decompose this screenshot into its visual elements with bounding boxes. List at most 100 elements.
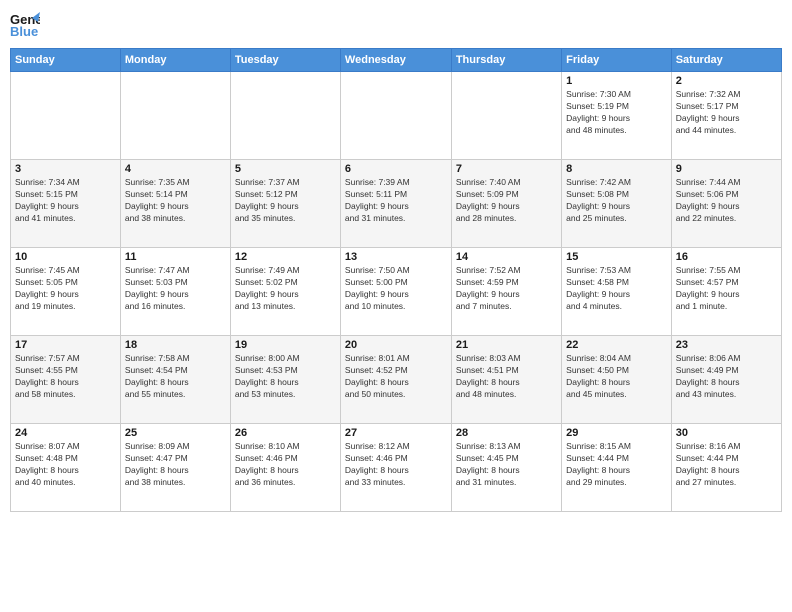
calendar-header: SundayMondayTuesdayWednesdayThursdayFrid…	[11, 49, 782, 72]
calendar-cell: 27 Sunrise: 8:12 AM Sunset: 4:46 PM Dayli…	[340, 424, 451, 512]
logo-icon: General Blue	[10, 10, 40, 40]
svg-text:Blue: Blue	[10, 24, 38, 39]
calendar-cell: 25 Sunrise: 8:09 AM Sunset: 4:47 PM Dayli…	[120, 424, 230, 512]
day-number: 16	[676, 251, 777, 263]
day-info: Sunrise: 8:07 AM Sunset: 4:48 PM Dayligh…	[15, 441, 116, 489]
header-day: Tuesday	[230, 49, 340, 72]
day-info: Sunrise: 7:37 AM Sunset: 5:12 PM Dayligh…	[235, 177, 336, 225]
header-day: Sunday	[11, 49, 121, 72]
calendar-cell: 7 Sunrise: 7:40 AM Sunset: 5:09 PM Daylig…	[451, 160, 561, 248]
calendar-cell: 14 Sunrise: 7:52 AM Sunset: 4:59 PM Dayli…	[451, 248, 561, 336]
day-info: Sunrise: 8:16 AM Sunset: 4:44 PM Dayligh…	[676, 441, 777, 489]
calendar-cell: 26Sunrise: 8:10 AM Sunset: 4:46 PM Dayli…	[230, 424, 340, 512]
calendar-week: 10 Sunrise: 7:45 AM Sunset: 5:05 PM Dayli…	[11, 248, 782, 336]
day-number: 22	[566, 339, 667, 351]
day-info: Sunrise: 8:00 AM Sunset: 4:53 PM Dayligh…	[235, 353, 336, 401]
day-number: 25	[125, 427, 226, 439]
day-number: 12	[235, 251, 336, 263]
day-info: Sunrise: 8:03 AM Sunset: 4:51 PM Dayligh…	[456, 353, 557, 401]
calendar-cell: 6 Sunrise: 7:39 AM Sunset: 5:11 PM Daylig…	[340, 160, 451, 248]
calendar-cell: 22Sunrise: 8:04 AM Sunset: 4:50 PM Dayli…	[562, 336, 672, 424]
day-number: 24	[15, 427, 116, 439]
day-number: 17	[15, 339, 116, 351]
day-number: 15	[566, 251, 667, 263]
calendar-cell: 21 Sunrise: 8:03 AM Sunset: 4:51 PM Dayli…	[451, 336, 561, 424]
calendar-cell	[340, 72, 451, 160]
logo: General Blue	[10, 10, 44, 40]
header-day: Wednesday	[340, 49, 451, 72]
day-info: Sunrise: 7:49 AM Sunset: 5:02 PM Dayligh…	[235, 265, 336, 313]
calendar-cell	[451, 72, 561, 160]
day-number: 7	[456, 163, 557, 175]
calendar-cell: 16 Sunrise: 7:55 AM Sunset: 4:57 PM Dayli…	[671, 248, 781, 336]
day-info: Sunrise: 8:09 AM Sunset: 4:47 PM Dayligh…	[125, 441, 226, 489]
calendar-cell: 4Sunrise: 7:35 AM Sunset: 5:14 PM Daylig…	[120, 160, 230, 248]
day-number: 8	[566, 163, 667, 175]
calendar-cell	[120, 72, 230, 160]
page: General Blue SundayMondayTuesdayWednesda…	[0, 0, 792, 612]
day-number: 9	[676, 163, 777, 175]
calendar-week: 17Sunrise: 7:57 AM Sunset: 4:55 PM Dayli…	[11, 336, 782, 424]
day-info: Sunrise: 7:50 AM Sunset: 5:00 PM Dayligh…	[345, 265, 447, 313]
calendar: SundayMondayTuesdayWednesdayThursdayFrid…	[10, 48, 782, 512]
calendar-body: 1Sunrise: 7:30 AM Sunset: 5:19 PM Daylig…	[11, 72, 782, 512]
calendar-cell: 28 Sunrise: 8:13 AM Sunset: 4:45 PM Dayli…	[451, 424, 561, 512]
header-day: Monday	[120, 49, 230, 72]
calendar-cell: 30Sunrise: 8:16 AM Sunset: 4:44 PM Dayli…	[671, 424, 781, 512]
day-number: 10	[15, 251, 116, 263]
day-number: 1	[566, 75, 667, 87]
day-info: Sunrise: 7:52 AM Sunset: 4:59 PM Dayligh…	[456, 265, 557, 313]
header-row: SundayMondayTuesdayWednesdayThursdayFrid…	[11, 49, 782, 72]
calendar-cell	[11, 72, 121, 160]
day-info: Sunrise: 8:06 AM Sunset: 4:49 PM Dayligh…	[676, 353, 777, 401]
calendar-cell: 12 Sunrise: 7:49 AM Sunset: 5:02 PM Dayli…	[230, 248, 340, 336]
day-number: 19	[235, 339, 336, 351]
day-info: Sunrise: 8:15 AM Sunset: 4:44 PM Dayligh…	[566, 441, 667, 489]
day-info: Sunrise: 7:55 AM Sunset: 4:57 PM Dayligh…	[676, 265, 777, 313]
day-number: 6	[345, 163, 447, 175]
day-number: 13	[345, 251, 447, 263]
day-info: Sunrise: 7:53 AM Sunset: 4:58 PM Dayligh…	[566, 265, 667, 313]
day-info: Sunrise: 7:39 AM Sunset: 5:11 PM Dayligh…	[345, 177, 447, 225]
header-day: Friday	[562, 49, 672, 72]
day-info: Sunrise: 8:12 AM Sunset: 4:46 PM Dayligh…	[345, 441, 447, 489]
calendar-cell: 17Sunrise: 7:57 AM Sunset: 4:55 PM Dayli…	[11, 336, 121, 424]
calendar-week: 1Sunrise: 7:30 AM Sunset: 5:19 PM Daylig…	[11, 72, 782, 160]
day-number: 28	[456, 427, 557, 439]
day-info: Sunrise: 8:13 AM Sunset: 4:45 PM Dayligh…	[456, 441, 557, 489]
day-number: 5	[235, 163, 336, 175]
calendar-cell: 15 Sunrise: 7:53 AM Sunset: 4:58 PM Dayli…	[562, 248, 672, 336]
day-number: 23	[676, 339, 777, 351]
header-day: Saturday	[671, 49, 781, 72]
day-info: Sunrise: 7:47 AM Sunset: 5:03 PM Dayligh…	[125, 265, 226, 313]
day-number: 21	[456, 339, 557, 351]
calendar-cell: 13 Sunrise: 7:50 AM Sunset: 5:00 PM Dayli…	[340, 248, 451, 336]
calendar-cell: 9 Sunrise: 7:44 AM Sunset: 5:06 PM Daylig…	[671, 160, 781, 248]
day-number: 26	[235, 427, 336, 439]
calendar-cell: 5 Sunrise: 7:37 AM Sunset: 5:12 PM Daylig…	[230, 160, 340, 248]
calendar-cell: 20 Sunrise: 8:01 AM Sunset: 4:52 PM Dayli…	[340, 336, 451, 424]
day-number: 3	[15, 163, 116, 175]
day-info: Sunrise: 7:40 AM Sunset: 5:09 PM Dayligh…	[456, 177, 557, 225]
calendar-week: 3 Sunrise: 7:34 AM Sunset: 5:15 PM Daylig…	[11, 160, 782, 248]
calendar-cell: 11Sunrise: 7:47 AM Sunset: 5:03 PM Dayli…	[120, 248, 230, 336]
day-number: 27	[345, 427, 447, 439]
calendar-cell: 18Sunrise: 7:58 AM Sunset: 4:54 PM Dayli…	[120, 336, 230, 424]
calendar-cell: 24 Sunrise: 8:07 AM Sunset: 4:48 PM Dayli…	[11, 424, 121, 512]
day-info: Sunrise: 7:42 AM Sunset: 5:08 PM Dayligh…	[566, 177, 667, 225]
day-info: Sunrise: 7:34 AM Sunset: 5:15 PM Dayligh…	[15, 177, 116, 225]
day-number: 29	[566, 427, 667, 439]
day-info: Sunrise: 8:01 AM Sunset: 4:52 PM Dayligh…	[345, 353, 447, 401]
day-number: 18	[125, 339, 226, 351]
header: General Blue	[10, 10, 782, 40]
calendar-cell: 1Sunrise: 7:30 AM Sunset: 5:19 PM Daylig…	[562, 72, 672, 160]
day-number: 14	[456, 251, 557, 263]
calendar-cell	[230, 72, 340, 160]
day-info: Sunrise: 7:35 AM Sunset: 5:14 PM Dayligh…	[125, 177, 226, 225]
day-info: Sunrise: 7:44 AM Sunset: 5:06 PM Dayligh…	[676, 177, 777, 225]
calendar-cell: 19 Sunrise: 8:00 AM Sunset: 4:53 PM Dayli…	[230, 336, 340, 424]
day-info: Sunrise: 7:45 AM Sunset: 5:05 PM Dayligh…	[15, 265, 116, 313]
calendar-cell: 2Sunrise: 7:32 AM Sunset: 5:17 PM Daylig…	[671, 72, 781, 160]
calendar-cell: 23 Sunrise: 8:06 AM Sunset: 4:49 PM Dayli…	[671, 336, 781, 424]
day-number: 20	[345, 339, 447, 351]
